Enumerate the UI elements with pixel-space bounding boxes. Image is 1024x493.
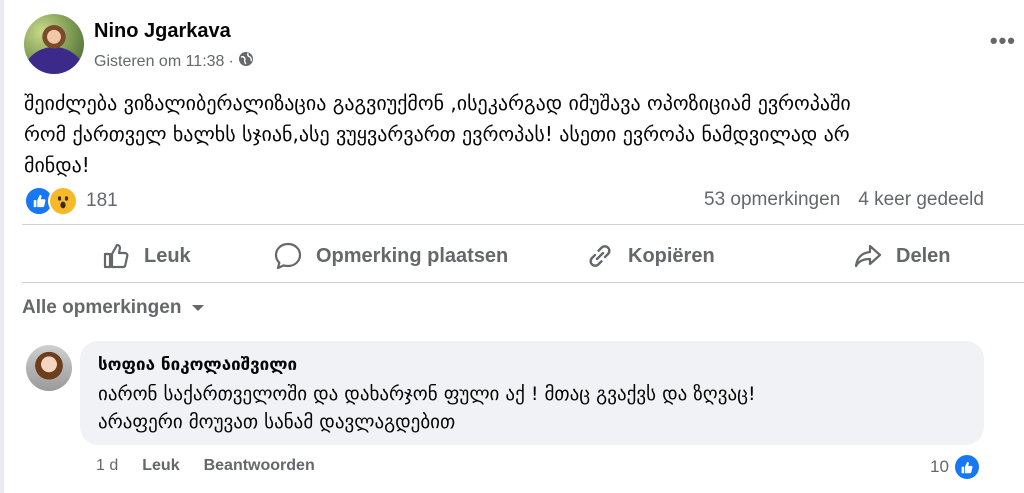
share-arrow-icon: [854, 244, 882, 268]
like-button[interactable]: Leuk: [100, 240, 191, 272]
commenter-name[interactable]: სოფია ნიკოლაიშვილი: [98, 355, 297, 375]
comment-reaction-summary[interactable]: 10: [930, 453, 981, 481]
post-meta: Gisteren om 11:38 ·: [94, 51, 254, 72]
comment-actions: 1 d Leuk Beantwoorden: [96, 457, 315, 475]
share-label: Delen: [896, 244, 951, 267]
comments-filter-dropdown[interactable]: Alle opmerkingen: [22, 297, 205, 319]
share-button[interactable]: Delen: [852, 240, 950, 272]
comments-filter-label: Alle opmerkingen: [22, 297, 182, 318]
meta-separator: ·: [228, 52, 234, 70]
like-label: Leuk: [144, 244, 191, 267]
comment-count[interactable]: 53 opmerkingen: [704, 189, 840, 210]
author-avatar[interactable]: [24, 14, 84, 74]
speech-bubble-icon: [274, 242, 302, 270]
copy-button[interactable]: Kopiëren: [584, 240, 715, 272]
reaction-summary[interactable]: 181: [24, 186, 118, 216]
comment-text: იარონ საქართველოში და დახარჯონ ფული აქ !…: [98, 383, 756, 433]
divider: [22, 282, 1024, 283]
post-timestamp[interactable]: Gisteren om 11:38: [94, 53, 224, 71]
comment-like-button[interactable]: Leuk: [142, 457, 179, 475]
share-count[interactable]: 4 keer gedeeld: [858, 189, 984, 210]
divider: [22, 224, 1024, 225]
globe-icon: [238, 51, 254, 72]
post-text: შეიძლება ვიზალიბერალიზაცია გაგვიუქმონ ,ი…: [24, 91, 851, 177]
commenter-avatar[interactable]: [26, 345, 72, 391]
like-icon: [952, 453, 981, 481]
reaction-count: 181: [86, 190, 118, 211]
copy-label: Kopiëren: [628, 244, 715, 267]
link-icon: [589, 245, 611, 267]
comment-age[interactable]: 1 d: [96, 457, 118, 475]
wow-icon: [48, 186, 78, 216]
comment-reply-button[interactable]: Beantwoorden: [204, 457, 315, 475]
comment-button[interactable]: Opmerking plaatsen: [272, 240, 508, 272]
chevron-down-icon: [192, 305, 205, 311]
comment-label: Opmerking plaatsen: [316, 244, 509, 267]
comment-like-count: 10: [930, 457, 949, 476]
post-card: Nino Jgarkava Gisteren om 11:38 · ••• შე…: [4, 0, 1024, 493]
more-options-icon[interactable]: •••: [990, 28, 1016, 54]
thumbs-up-icon: [103, 243, 129, 269]
author-name[interactable]: Nino Jgarkava: [94, 20, 231, 43]
post-stats: 53 opmerkingen 4 keer gedeeld: [704, 189, 984, 211]
